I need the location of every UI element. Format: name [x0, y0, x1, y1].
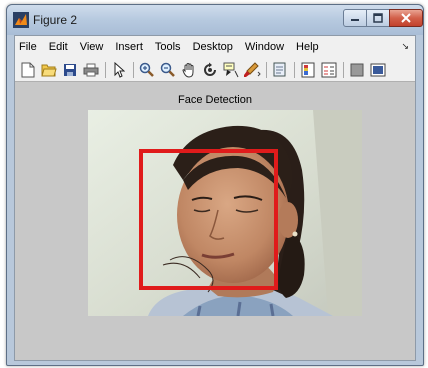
toolbar-separator [294, 61, 295, 78]
edit-plot-button[interactable] [110, 61, 128, 79]
brush-button[interactable] [243, 61, 261, 79]
show-plot-tools-icon [370, 63, 386, 76]
brush-icon [244, 61, 261, 77]
edit-plot-arrow-icon [114, 61, 125, 78]
toolbar-separator [133, 61, 134, 78]
hide-plot-tools-icon [350, 63, 364, 76]
hide-plot-tools-button[interactable] [348, 61, 366, 79]
colorbar-button[interactable] [299, 61, 317, 79]
menu-help[interactable]: Help [290, 41, 325, 53]
menu-window[interactable]: Window [239, 41, 290, 53]
close-button[interactable] [389, 9, 423, 27]
face-detection-box [139, 149, 278, 290]
open-file-icon [41, 64, 57, 76]
window-title: Figure 2 [33, 13, 78, 27]
minimize-button[interactable] [343, 9, 367, 27]
print-button[interactable] [82, 61, 100, 79]
axes-title: Face Detection [178, 94, 252, 106]
open-file-button[interactable] [40, 61, 58, 79]
minimize-icon [351, 19, 359, 21]
new-figure-button[interactable] [19, 61, 37, 79]
menu-bar: File Edit View Insert Tools Desktop Wind… [15, 36, 415, 58]
data-cursor-button[interactable] [222, 61, 240, 79]
menu-tools[interactable]: Tools [149, 41, 187, 53]
pan-hand-icon [182, 62, 194, 78]
toolbar-separator [343, 61, 344, 78]
show-plot-tools-button[interactable] [369, 61, 387, 79]
colorbar-icon [301, 62, 315, 77]
menu-view[interactable]: View [74, 41, 110, 53]
legend-icon [321, 62, 337, 77]
menu-dock-arrow-icon[interactable]: ↘ [401, 41, 409, 52]
figure-toolbar [15, 58, 415, 82]
rotate-3d-button[interactable] [201, 61, 219, 79]
title-bar[interactable]: Figure 2 [7, 5, 423, 35]
close-icon [401, 13, 411, 23]
legend-button[interactable] [320, 61, 338, 79]
zoom-in-icon [139, 62, 154, 77]
figure-client-area: File Edit View Insert Tools Desktop Wind… [14, 35, 416, 361]
print-icon [83, 63, 99, 76]
pan-button[interactable] [180, 61, 198, 79]
menu-insert[interactable]: Insert [109, 41, 149, 53]
save-icon [64, 63, 76, 76]
figure-window: Figure 2 File Edit View Insert Tools Des… [6, 4, 424, 366]
menu-edit[interactable]: Edit [43, 41, 74, 53]
toolbar-separator [105, 61, 106, 78]
face-image[interactable] [88, 110, 362, 316]
link-plot-button[interactable] [271, 61, 289, 79]
zoom-out-button[interactable] [159, 61, 177, 79]
zoom-in-button[interactable] [138, 61, 156, 79]
menu-file[interactable]: File [15, 41, 43, 53]
maximize-icon [373, 13, 383, 23]
new-figure-icon [21, 62, 35, 77]
link-plot-icon [273, 62, 286, 76]
save-button[interactable] [61, 61, 79, 79]
matlab-icon [13, 12, 29, 28]
maximize-button[interactable] [366, 9, 390, 27]
menu-desktop[interactable]: Desktop [187, 41, 239, 53]
toolbar-separator [266, 61, 267, 78]
data-cursor-icon [223, 62, 239, 77]
zoom-out-icon [160, 62, 175, 77]
rotate-3d-icon [204, 62, 216, 76]
